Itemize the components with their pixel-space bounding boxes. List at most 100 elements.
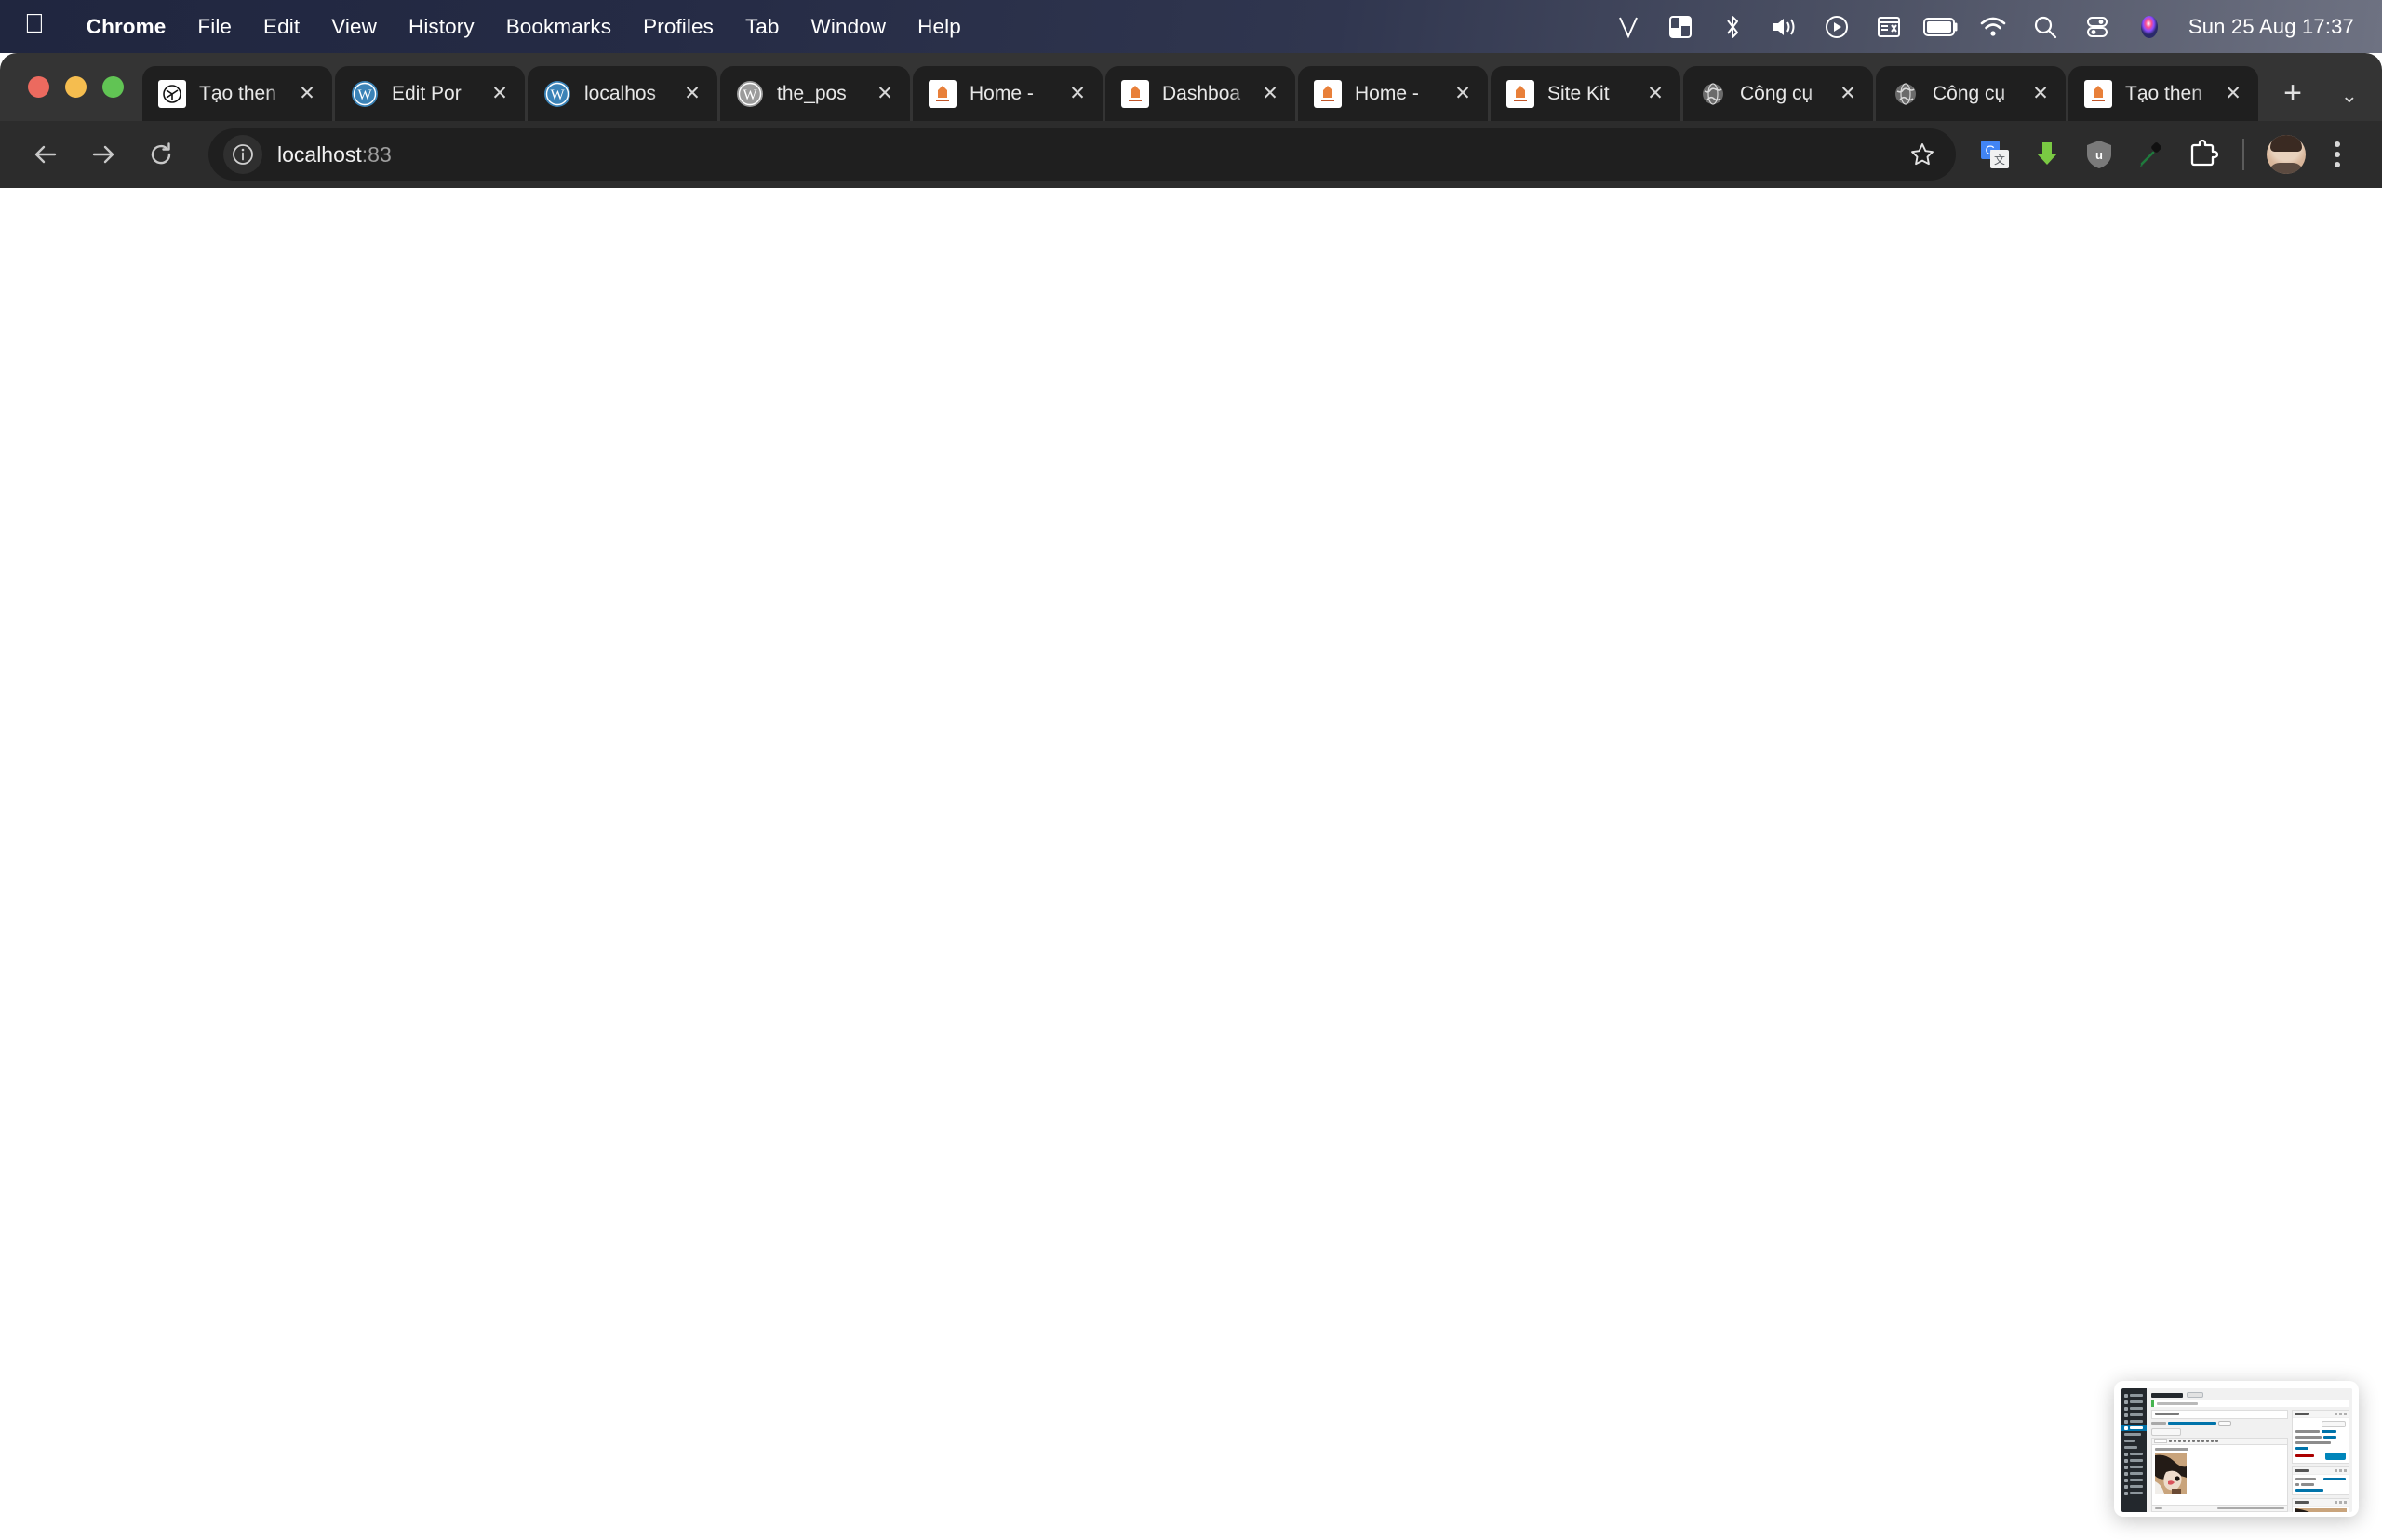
chrome-browser-window: Tạo then ✕ W Edit Por ✕ W localhos ✕ W t… xyxy=(0,53,2382,1540)
tab-search-chevron-down-icon[interactable]: ⌄ xyxy=(2341,84,2358,108)
browser-tab[interactable]: Home - ✕ xyxy=(1298,66,1488,121)
menu-item-bookmarks[interactable]: Bookmarks xyxy=(490,15,627,39)
tab-close-button[interactable]: ✕ xyxy=(1447,78,1479,110)
wp-menu-item xyxy=(2121,1412,2147,1418)
close-window-button[interactable] xyxy=(28,76,49,98)
browser-tab[interactable]: Site Kit ✕ xyxy=(1491,66,1680,121)
bluetooth-icon[interactable] xyxy=(1706,0,1759,53)
tab-close-button[interactable]: ✕ xyxy=(291,78,323,110)
download-arrow-icon[interactable] xyxy=(2021,128,2073,181)
wp-sidebar-column xyxy=(2292,1409,2349,1512)
browser-tab[interactable]: Công cụ ✕ xyxy=(1876,66,2066,121)
wifi-icon[interactable] xyxy=(1967,0,2019,53)
siri-icon[interactable] xyxy=(2123,0,2175,53)
forward-arrow-icon[interactable] xyxy=(74,126,132,183)
preview-screenshot xyxy=(2121,1388,2352,1512)
url-text[interactable]: localhost:83 xyxy=(277,142,392,167)
browser-tab[interactable]: W Edit Por ✕ xyxy=(335,66,525,121)
maximize-window-button[interactable] xyxy=(102,76,124,98)
toolbar-divider xyxy=(2242,139,2244,170)
menu-item-tab[interactable]: Tab xyxy=(729,15,796,39)
tab-close-button[interactable]: ✕ xyxy=(1062,78,1093,110)
battery-icon[interactable] xyxy=(1915,0,1967,53)
control-center-icon[interactable] xyxy=(2071,0,2123,53)
tab-title: Edit Por xyxy=(392,82,462,104)
wp-menu-item xyxy=(2121,1451,2147,1457)
wp-menu-item xyxy=(2121,1477,2147,1483)
wp-editor-image xyxy=(2155,1453,2187,1494)
wp-body xyxy=(2151,1409,2349,1512)
address-bar[interactable]: localhost:83 xyxy=(208,128,1956,181)
svg-text:W: W xyxy=(550,87,565,103)
menu-item-edit[interactable]: Edit xyxy=(248,15,315,39)
volume-icon[interactable] xyxy=(1759,0,1811,53)
ublock-origin-icon[interactable]: u xyxy=(2073,128,2125,181)
window-tiling-icon[interactable] xyxy=(1654,0,1706,53)
tab-close-button[interactable]: ✕ xyxy=(1832,78,1864,110)
tab-title: Công cụ xyxy=(1740,82,1813,104)
wp-title-field xyxy=(2151,1409,2288,1419)
svg-text:W: W xyxy=(743,87,757,103)
browser-tab[interactable]: W the_pos ✕ xyxy=(720,66,910,121)
browser-tab[interactable]: Home - ✕ xyxy=(913,66,1103,121)
wordpress-icon: W xyxy=(351,80,379,108)
tab-title: Tạo then xyxy=(199,82,276,104)
eyedropper-icon[interactable] xyxy=(2125,128,2177,181)
site-logo-icon xyxy=(1314,79,1342,108)
menu-item-profiles[interactable]: Profiles xyxy=(627,15,729,39)
menu-item-window[interactable]: Window xyxy=(796,15,903,39)
wp-featured-image-box xyxy=(2292,1497,2349,1512)
menu-item-history[interactable]: History xyxy=(393,15,490,39)
tab-close-button[interactable]: ✕ xyxy=(676,78,708,110)
menu-bar-clock[interactable]: Sun 25 Aug 17:37 xyxy=(2175,15,2354,39)
screenshot-app-icon[interactable] xyxy=(1863,0,1915,53)
wp-add-new-button xyxy=(2187,1392,2203,1398)
wp-menu-item xyxy=(2121,1457,2147,1464)
tab-close-button[interactable]: ✕ xyxy=(1639,78,1671,110)
tab-title: Site Kit xyxy=(1547,82,1610,104)
extensions-puzzle-icon[interactable] xyxy=(2177,128,2229,181)
tab-close-button[interactable]: ✕ xyxy=(2217,78,2249,110)
minimize-window-button[interactable] xyxy=(65,76,87,98)
three-dot-menu-icon[interactable] xyxy=(2315,130,2360,179)
new-tab-button[interactable]: + xyxy=(2268,69,2317,117)
tab-strip: Tạo then ✕ W Edit Por ✕ W localhos ✕ W t… xyxy=(0,53,2382,121)
info-circle-icon[interactable] xyxy=(223,135,262,174)
vpn-v-icon[interactable] xyxy=(1602,0,1654,53)
spotlight-search-icon[interactable] xyxy=(2019,0,2071,53)
bookmark-star-icon[interactable] xyxy=(1898,130,1947,179)
browser-tab[interactable]: Dashboa ✕ xyxy=(1105,66,1295,121)
tab-close-button[interactable]: ✕ xyxy=(2025,78,2056,110)
reload-icon[interactable] xyxy=(132,126,190,183)
wordpress-icon: W xyxy=(543,80,571,108)
wp-menu-item-portfolio xyxy=(2121,1425,2147,1431)
svg-text:文: 文 xyxy=(1994,153,2005,167)
google-translate-icon[interactable]: G 文 xyxy=(1969,128,2021,181)
menu-item-file[interactable]: File xyxy=(181,15,248,39)
wp-editor-statusbar xyxy=(2151,1506,2288,1512)
url-port: :83 xyxy=(361,141,392,167)
tab-close-button[interactable]: ✕ xyxy=(1254,78,1286,110)
wp-editor-toolbar xyxy=(2151,1437,2288,1445)
profile-avatar[interactable] xyxy=(2267,135,2306,174)
browser-tab[interactable]: Tạo then ✕ xyxy=(142,66,332,121)
tab-close-button[interactable]: ✕ xyxy=(484,78,515,110)
tab-title: Công cụ xyxy=(1933,82,2006,104)
wp-genres-box xyxy=(2292,1466,2349,1495)
browser-toolbar: localhost:83 G 文 u xyxy=(0,121,2382,188)
wp-add-media-button xyxy=(2151,1427,2181,1436)
now-playing-icon[interactable] xyxy=(1811,0,1863,53)
back-arrow-icon[interactable] xyxy=(17,126,74,183)
svg-text:W: W xyxy=(357,87,372,103)
browser-tab[interactable]: Tạo then ✕ xyxy=(2068,66,2258,121)
menu-item-help[interactable]: Help xyxy=(902,15,977,39)
menu-dot xyxy=(2335,152,2340,157)
apple-logo-icon[interactable]:  xyxy=(24,11,45,38)
menu-item-chrome[interactable]: Chrome xyxy=(71,15,182,39)
browser-tab[interactable]: Công cụ ✕ xyxy=(1683,66,1873,121)
tab-close-button[interactable]: ✕ xyxy=(869,78,901,110)
browser-tab[interactable]: W localhos ✕ xyxy=(528,66,717,121)
menu-item-view[interactable]: View xyxy=(315,15,393,39)
wp-menu-item xyxy=(2121,1418,2147,1425)
wordpress-edit-portfolio-preview[interactable] xyxy=(2114,1381,2359,1517)
